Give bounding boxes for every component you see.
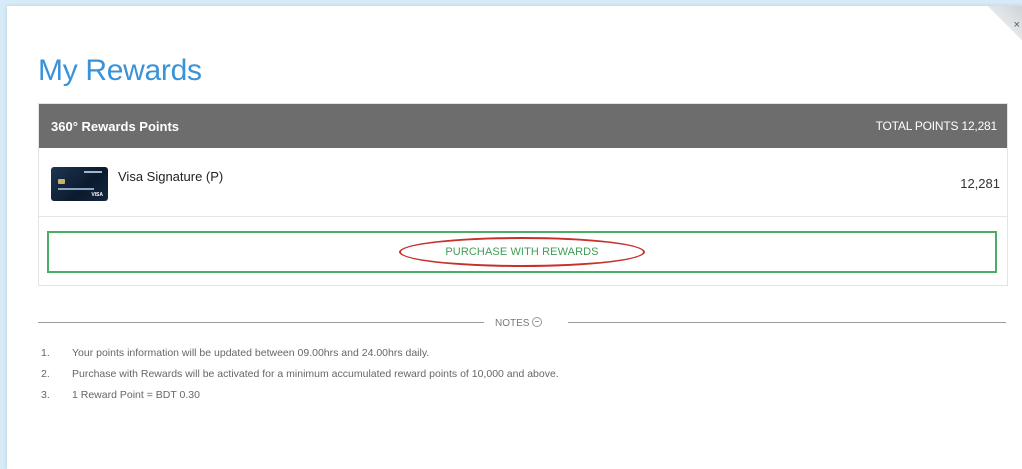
total-points-label: TOTAL POINTS xyxy=(875,119,959,133)
purchase-with-rewards-button[interactable]: PURCHASE WITH REWARDS xyxy=(47,231,997,273)
note-number: 3. xyxy=(41,389,50,401)
note-text: Purchase with Rewards will be activated … xyxy=(72,368,559,380)
notes-list: 1. Your points information will be update… xyxy=(41,346,559,409)
card-points: 12,281 xyxy=(960,176,1000,191)
collapse-circle-icon[interactable] xyxy=(532,317,543,327)
note-number: 2. xyxy=(41,368,50,380)
list-item: 1. Your points information will be update… xyxy=(41,346,559,367)
notes-divider-left xyxy=(38,322,484,323)
close-button[interactable]: × xyxy=(988,6,1022,40)
notes-toggle[interactable]: NOTES xyxy=(491,317,547,329)
page-title: My Rewards xyxy=(38,54,202,87)
credit-card-icon: VISA xyxy=(51,167,108,201)
card-chip xyxy=(58,179,65,184)
notes-divider-right xyxy=(568,322,1006,323)
rewards-panel-title: 360° Rewards Points xyxy=(51,118,180,134)
close-icon[interactable]: × xyxy=(1014,20,1020,31)
total-points-value: 12,281 xyxy=(961,119,997,133)
notes-label: NOTES xyxy=(495,318,530,329)
rewards-panel-header: 360° Rewards Points TOTAL POINTS 12,281 xyxy=(39,104,1007,148)
total-points: TOTAL POINTS 12,281 xyxy=(875,119,998,133)
card-issuer-mark xyxy=(84,171,102,173)
note-text: 1 Reward Point = BDT 0.30 xyxy=(72,389,200,401)
note-number: 1. xyxy=(41,347,50,359)
list-item: 2. Purchase with Rewards will be activate… xyxy=(41,367,559,388)
rewards-panel: 360° Rewards Points TOTAL POINTS 12,281 … xyxy=(38,103,1008,286)
purchase-with-rewards-label: PURCHASE WITH REWARDS xyxy=(445,246,599,258)
rewards-modal: × My Rewards 360° Rewards Points TOTAL P… xyxy=(7,6,1022,469)
card-row: VISA Visa Signature (P) 12,281 xyxy=(39,148,1007,217)
card-brand: VISA xyxy=(91,192,103,198)
note-text: Your points information will be updated … xyxy=(72,347,430,359)
card-name: Visa Signature (P) xyxy=(118,169,224,184)
list-item: 3. 1 Reward Point = BDT 0.30 xyxy=(41,388,559,409)
card-number-stripe xyxy=(58,188,94,190)
